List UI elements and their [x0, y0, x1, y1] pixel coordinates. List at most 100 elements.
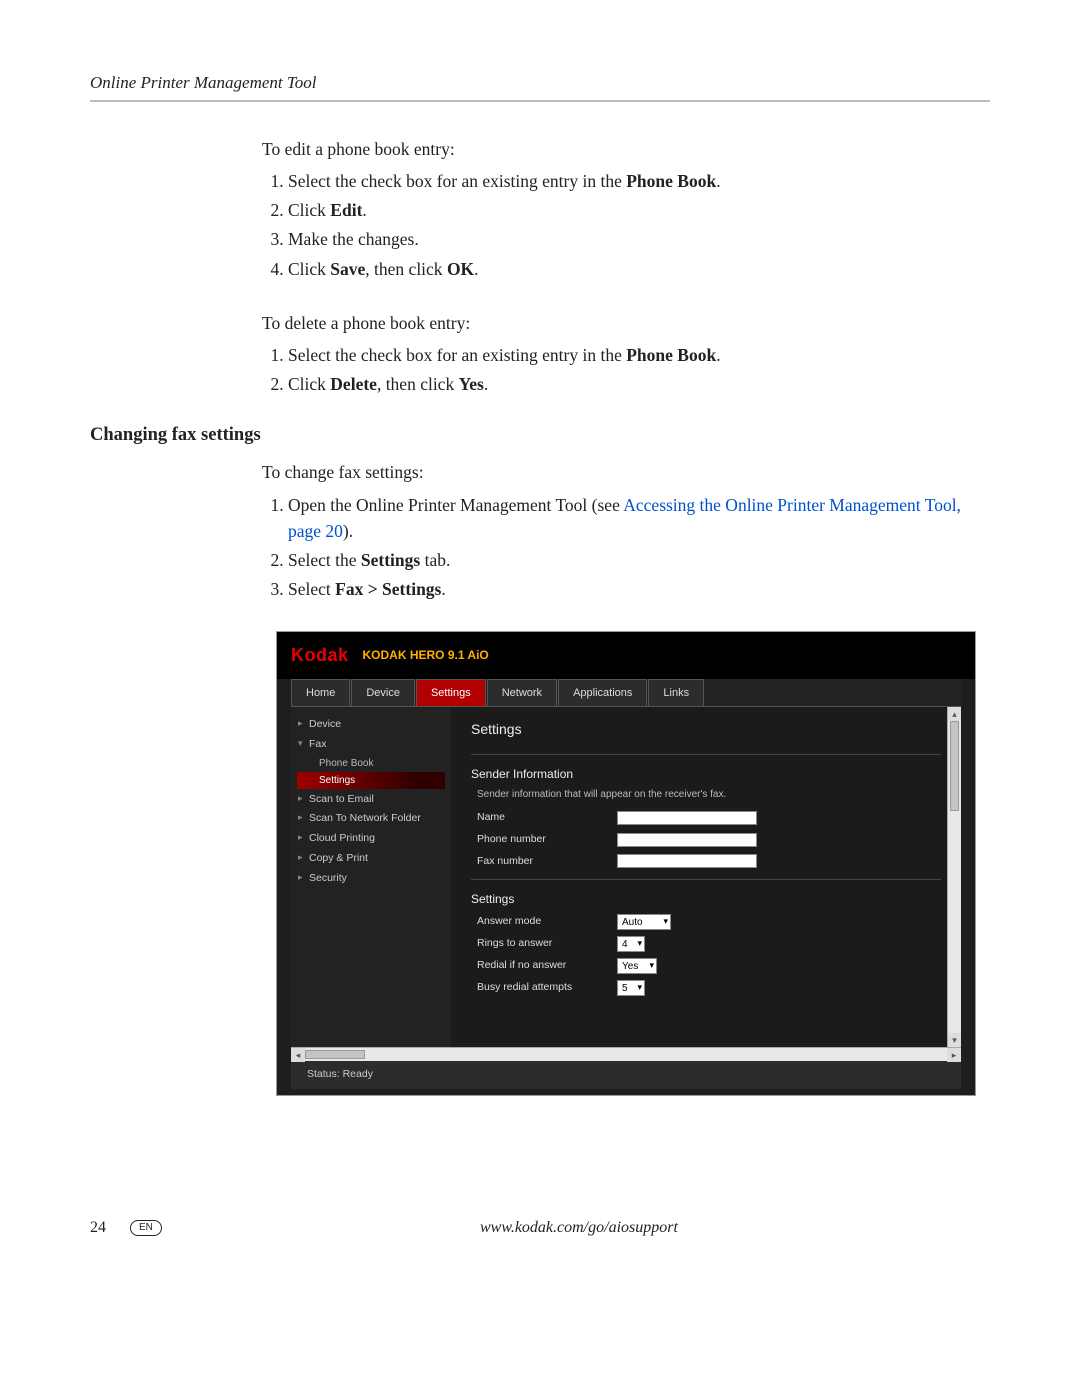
- rings-label: Rings to answer: [477, 936, 617, 952]
- scroll-left-icon[interactable]: ◂: [291, 1048, 305, 1062]
- text: Select the check box for an existing ent…: [288, 171, 626, 191]
- delete-intro: To delete a phone book entry:: [262, 310, 990, 336]
- sender-info-desc: Sender information that will appear on t…: [471, 787, 941, 802]
- change-steps: Open the Online Printer Management Tool …: [262, 492, 990, 603]
- bold: Yes: [459, 374, 484, 394]
- edit-step-1: Select the check box for an existing ent…: [288, 168, 990, 194]
- phone-label: Phone number: [477, 832, 617, 848]
- settings-group: Settings: [471, 890, 941, 908]
- sidebar-item-security[interactable]: Security: [297, 869, 445, 889]
- tab-network[interactable]: Network: [487, 679, 557, 707]
- bold: Fax > Settings: [335, 579, 441, 599]
- bold: OK: [447, 259, 474, 279]
- redial-label: Redial if no answer: [477, 958, 617, 974]
- name-input[interactable]: [617, 811, 757, 825]
- text: , then click: [365, 259, 447, 279]
- section-heading: Changing fax settings: [90, 422, 990, 450]
- main-tabs: Home Device Settings Network Application…: [291, 679, 961, 708]
- rings-select[interactable]: 4: [617, 936, 645, 952]
- settings-sidebar: Device Fax Phone Book Settings Scan to E…: [291, 707, 451, 1047]
- text: .: [474, 259, 478, 279]
- scroll-thumb-h[interactable]: [305, 1050, 365, 1059]
- text: ).: [343, 521, 353, 541]
- scroll-right-icon[interactable]: ▸: [947, 1048, 961, 1062]
- vertical-scrollbar[interactable]: ▴ ▾: [947, 707, 961, 1047]
- text: .: [716, 171, 720, 191]
- redial-select[interactable]: Yes: [617, 958, 657, 974]
- text: Open the Online Printer Management Tool …: [288, 495, 623, 515]
- busy-label: Busy redial attempts: [477, 980, 617, 996]
- language-badge: EN: [130, 1220, 162, 1236]
- sidebar-sub-phone-book[interactable]: Phone Book: [297, 756, 445, 771]
- bold: Settings: [361, 550, 420, 570]
- settings-panel: Settings Sender Information Sender infor…: [451, 707, 961, 1047]
- change-intro: To change fax settings:: [262, 459, 990, 485]
- redial-row: Redial if no answer Yes: [477, 958, 941, 974]
- fax-label: Fax number: [477, 854, 617, 870]
- text: .: [484, 374, 488, 394]
- app-header: Kodak KODAK HERO 9.1 AiO: [277, 632, 975, 679]
- sidebar-item-copy-print[interactable]: Copy & Print: [297, 849, 445, 869]
- text: Click: [288, 200, 330, 220]
- tab-settings[interactable]: Settings: [416, 679, 486, 707]
- phone-row: Phone number: [477, 832, 941, 848]
- answer-mode-label: Answer mode: [477, 914, 617, 930]
- answer-mode-select[interactable]: Auto: [617, 914, 671, 930]
- fax-row: Fax number: [477, 854, 941, 870]
- bold: Phone Book: [626, 345, 716, 365]
- edit-steps: Select the check box for an existing ent…: [262, 168, 990, 282]
- delete-step-1: Select the check box for an existing ent…: [288, 342, 990, 368]
- rings-row: Rings to answer 4: [477, 936, 941, 952]
- scroll-down-icon[interactable]: ▾: [948, 1033, 961, 1047]
- bold: Phone Book: [626, 171, 716, 191]
- text: Select: [288, 579, 335, 599]
- scroll-up-icon[interactable]: ▴: [948, 707, 961, 721]
- edit-intro: To edit a phone book entry:: [262, 136, 990, 162]
- scroll-thumb[interactable]: [950, 721, 959, 811]
- bold: Save: [330, 259, 365, 279]
- delete-step-2: Click Delete, then click Yes.: [288, 371, 990, 397]
- tab-device[interactable]: Device: [351, 679, 415, 707]
- name-row: Name: [477, 810, 941, 826]
- text: .: [716, 345, 720, 365]
- text: , then click: [377, 374, 459, 394]
- phone-input[interactable]: [617, 833, 757, 847]
- answer-mode-row: Answer mode Auto: [477, 914, 941, 930]
- sidebar-item-scan-email[interactable]: Scan to Email: [297, 790, 445, 810]
- content-area: To edit a phone book entry: Select the c…: [90, 136, 990, 1096]
- bold: Delete: [330, 374, 377, 394]
- sidebar-item-device[interactable]: Device: [297, 715, 445, 735]
- product-name: KODAK HERO 9.1 AiO: [363, 646, 489, 664]
- busy-row: Busy redial attempts 5: [477, 980, 941, 996]
- text: Select the: [288, 550, 361, 570]
- embedded-screenshot: Kodak KODAK HERO 9.1 AiO Home Device Set…: [276, 631, 990, 1096]
- tab-home[interactable]: Home: [291, 679, 350, 707]
- page-footer: 24 EN www.kodak.com/go/aiosupport: [90, 1216, 990, 1240]
- footer-url: www.kodak.com/go/aiosupport: [168, 1216, 990, 1240]
- sidebar-item-scan-network[interactable]: Scan To Network Folder: [297, 809, 445, 829]
- edit-step-4: Click Save, then click OK.: [288, 256, 990, 282]
- change-step-2: Select the Settings tab.: [288, 547, 990, 573]
- sidebar-sub-settings[interactable]: Settings: [297, 772, 445, 789]
- change-step-3: Select Fax > Settings.: [288, 576, 990, 602]
- change-step-1: Open the Online Printer Management Tool …: [288, 492, 990, 545]
- horizontal-scrollbar[interactable]: ◂ ▸: [291, 1047, 961, 1061]
- edit-step-2: Click Edit.: [288, 197, 990, 223]
- bold: Edit: [330, 200, 362, 220]
- fax-input[interactable]: [617, 854, 757, 868]
- sidebar-item-cloud-printing[interactable]: Cloud Printing: [297, 829, 445, 849]
- sidebar-item-fax[interactable]: Fax: [297, 735, 445, 755]
- tab-applications[interactable]: Applications: [558, 679, 647, 707]
- divider: [471, 754, 941, 755]
- page-header: Online Printer Management Tool: [90, 70, 990, 102]
- page-number: 24: [90, 1216, 130, 1240]
- delete-steps: Select the check box for an existing ent…: [262, 342, 990, 398]
- text: .: [362, 200, 366, 220]
- divider: [471, 879, 941, 880]
- kodak-logo: Kodak: [291, 642, 349, 669]
- busy-select[interactable]: 5: [617, 980, 645, 996]
- status-bar: Status: Ready: [291, 1061, 961, 1089]
- app-window: Kodak KODAK HERO 9.1 AiO Home Device Set…: [276, 631, 976, 1096]
- edit-step-3: Make the changes.: [288, 226, 990, 252]
- tab-links[interactable]: Links: [648, 679, 704, 707]
